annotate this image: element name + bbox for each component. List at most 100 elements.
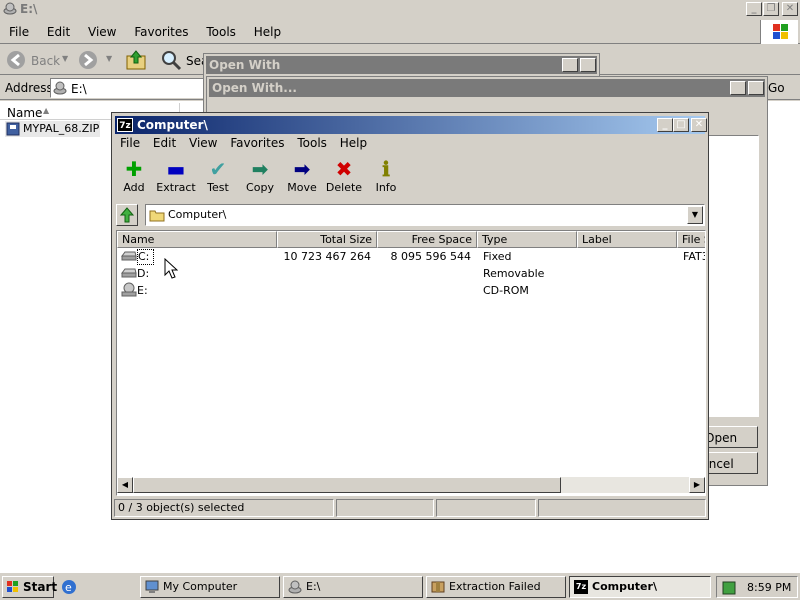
add-label: Add <box>123 181 145 194</box>
close-button[interactable]: ✕ <box>748 81 764 95</box>
menu-file[interactable]: File <box>9 25 29 39</box>
open-with-titlebar[interactable]: Open With... ? ✕ <box>209 79 765 97</box>
explorer-titlebar[interactable]: E:\ _ ❐ ✕ <box>0 0 800 18</box>
scroll-right-button[interactable]: ▶ <box>689 477 705 493</box>
minimize-button[interactable]: _ <box>657 118 673 132</box>
help-button[interactable]: ? <box>562 58 578 72</box>
col-free-space-header[interactable]: Free Space <box>377 231 477 248</box>
file-system: FAT3 <box>683 250 705 263</box>
sevenzip-menubar: File Edit View Favorites Tools Help <box>120 136 700 154</box>
minimize-button[interactable]: _ <box>746 2 762 16</box>
cancel-button[interactable]: Cancel <box>702 452 758 474</box>
open-with-program-list[interactable] <box>707 135 759 417</box>
close-button[interactable]: ✕ <box>691 118 707 132</box>
windows-logo-icon <box>760 20 798 44</box>
menu-help[interactable]: Help <box>340 136 367 150</box>
search-icon <box>162 51 182 71</box>
delete-button[interactable]: ✖ Delete <box>322 157 366 194</box>
system-tray: 8:59 PM <box>716 576 798 598</box>
search-button[interactable]: Sea <box>160 48 208 72</box>
col-label-label: Label <box>582 233 612 246</box>
path-combobox[interactable]: Computer\ ▼ <box>145 204 705 226</box>
task-computer-7zip[interactable]: 7z Computer\ <box>569 576 711 598</box>
back-arrow-icon <box>7 51 25 69</box>
up-folder-button[interactable] <box>124 48 148 72</box>
clock[interactable]: 8:59 PM <box>747 581 791 594</box>
move-button[interactable]: ➡ Move <box>280 157 324 194</box>
col-total-size-label: Total Size <box>320 233 372 246</box>
open-button[interactable]: Open <box>702 426 758 448</box>
menu-edit[interactable]: Edit <box>47 25 70 39</box>
task-e-drive[interactable]: E:\ <box>283 576 423 598</box>
status-panel <box>436 499 536 517</box>
col-free-space-label: Free Space <box>411 233 472 246</box>
x-icon: ✖ <box>335 157 353 181</box>
extract-label: Extract <box>156 181 196 194</box>
help-button[interactable]: ? <box>730 81 746 95</box>
copy-button[interactable]: ➡ Copy <box>238 157 282 194</box>
up-one-level-button[interactable] <box>116 204 138 226</box>
open-with-back-titlebar[interactable]: Open With ? ✕ <box>206 56 597 74</box>
list-item[interactable]: MYPAL_68.ZIP <box>5 121 100 137</box>
task-extraction-failed[interactable]: Extraction Failed <box>426 576 566 598</box>
menu-file[interactable]: File <box>120 136 140 150</box>
back-label: Back <box>31 54 61 68</box>
info-button[interactable]: ℹ Info <box>364 157 408 194</box>
close-button[interactable]: ✕ <box>580 58 596 72</box>
svg-text:e: e <box>65 581 72 594</box>
address-input[interactable]: E:\ <box>50 78 210 98</box>
test-button[interactable]: ✔ Test <box>196 157 240 194</box>
dropdown-button[interactable]: ▼ <box>687 206 703 224</box>
menu-tools[interactable]: Tools <box>206 25 236 39</box>
drive-icon <box>288 580 302 594</box>
restore-button[interactable]: ❐ <box>763 2 779 16</box>
col-name-header[interactable]: Name <box>117 231 277 248</box>
start-button[interactable]: Start <box>2 576 58 598</box>
maximize-button[interactable]: □ <box>673 118 689 132</box>
start-label: Start <box>23 580 58 594</box>
check-icon: ✔ <box>209 157 227 181</box>
sevenzip-window: 7z Computer\ _ □ ✕ File Edit View Favori… <box>111 112 709 520</box>
info-icon: ℹ <box>382 157 390 181</box>
menu-tools[interactable]: Tools <box>297 136 327 150</box>
table-row[interactable]: C: 10 723 467 264 8 095 596 544 Fixed FA… <box>117 248 705 265</box>
extract-button[interactable]: ▬ Extract <box>154 157 198 194</box>
task-label: My Computer <box>163 580 238 593</box>
drive-type: Removable <box>483 267 545 280</box>
table-row[interactable]: D: Removable <box>117 265 705 282</box>
menu-favorites[interactable]: Favorites <box>134 25 188 39</box>
close-button[interactable]: ✕ <box>782 2 798 16</box>
menu-help[interactable]: Help <box>254 25 281 39</box>
archive-icon <box>431 581 445 593</box>
col-filesystem-header[interactable]: File S <box>677 231 705 248</box>
col-label-header[interactable]: Label <box>577 231 677 248</box>
back-button[interactable]: Back ▼ <box>4 48 70 72</box>
task-label: Computer\ <box>592 580 657 593</box>
computer-icon <box>145 580 159 593</box>
go-button[interactable]: Go <box>768 81 785 95</box>
tray-app-icon[interactable] <box>721 580 737 596</box>
open-button-label: Open <box>705 431 738 445</box>
menu-view[interactable]: View <box>189 136 217 150</box>
col-type-header[interactable]: Type <box>477 231 577 248</box>
menu-edit[interactable]: Edit <box>153 136 176 150</box>
menu-view[interactable]: View <box>88 25 116 39</box>
status-selection: 0 / 3 object(s) selected <box>114 499 334 517</box>
menu-favorites[interactable]: Favorites <box>230 136 284 150</box>
table-row[interactable]: E: CD-ROM <box>117 282 705 299</box>
sevenzip-titlebar[interactable]: 7z Computer\ _ □ ✕ <box>115 116 707 134</box>
quick-launch-ie-icon[interactable]: e <box>60 578 78 596</box>
col-total-size-header[interactable]: Total Size <box>277 231 377 248</box>
horizontal-scrollbar[interactable]: ◀ ▶ <box>117 477 705 493</box>
file-name: MYPAL_68.ZIP <box>23 122 100 135</box>
path-value: Computer\ <box>168 208 227 221</box>
forward-button[interactable]: ▼ <box>76 48 118 72</box>
file-list[interactable]: Name Total Size Free Space Type Label Fi… <box>116 230 706 496</box>
col-type-label: Type <box>482 233 508 246</box>
status-panel <box>336 499 434 517</box>
scroll-left-button[interactable]: ◀ <box>117 477 133 493</box>
task-label: Extraction Failed <box>449 580 541 593</box>
task-my-computer[interactable]: My Computer <box>140 576 280 598</box>
scrollbar-thumb[interactable] <box>133 477 561 493</box>
add-button[interactable]: ✚ Add <box>112 157 156 194</box>
